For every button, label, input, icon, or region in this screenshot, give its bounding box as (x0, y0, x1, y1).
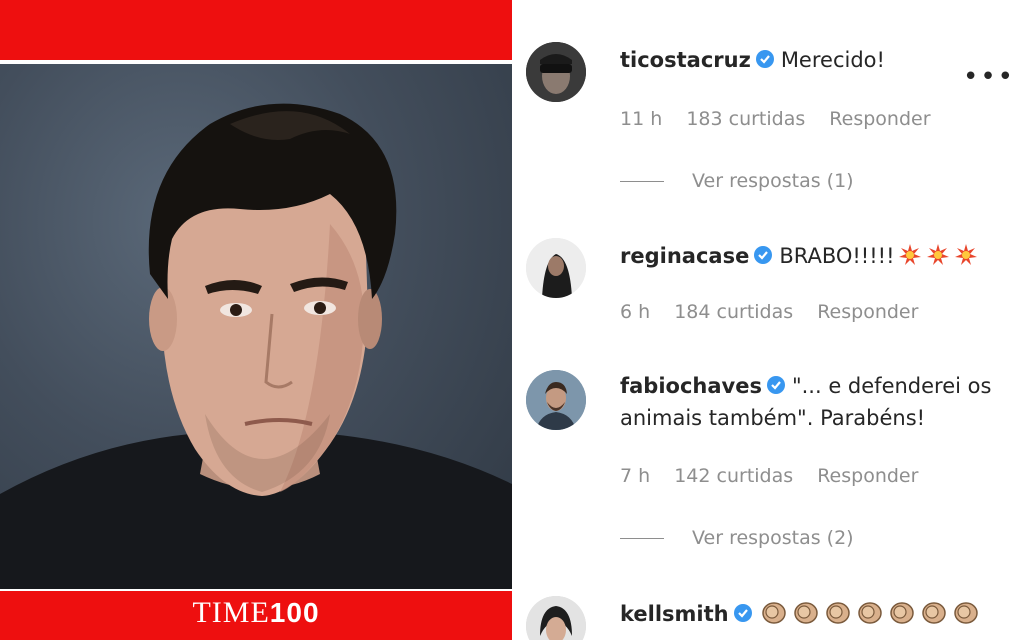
comment-username[interactable]: ticostacruz (620, 48, 751, 72)
comment-likes[interactable]: 142 curtidas (674, 465, 793, 487)
comments-panel: ticostacruz Merecido! ••• 11 h 183 curtid… (518, 0, 1023, 640)
avatar[interactable] (526, 370, 586, 430)
replies-divider-line (620, 181, 664, 182)
logo-word: TIME (192, 596, 270, 629)
comment-time[interactable]: 11 h (620, 108, 662, 130)
replies-divider-line (620, 538, 664, 539)
reply-button[interactable]: Responder (817, 301, 918, 323)
logo-number: 100 (269, 597, 320, 628)
verified-badge-icon (755, 50, 774, 68)
view-replies-label: Ver respostas (1) (692, 170, 854, 192)
avatar[interactable] (526, 596, 586, 640)
comment-username[interactable]: kellsmith (620, 602, 729, 626)
collision-emoji-group (896, 243, 980, 276)
time100-logo: TIME100 (0, 596, 512, 630)
reply-button[interactable]: Responder (817, 465, 918, 487)
verified-badge-icon (754, 246, 773, 264)
post-image[interactable]: TIME100 (0, 0, 512, 640)
verified-badge-icon (733, 604, 752, 622)
red-banner-top (0, 0, 512, 60)
clapping-hands-emoji-icon (761, 602, 978, 624)
avatar-image (526, 238, 586, 298)
clapping-hands-emoji-group (761, 599, 987, 634)
comment-username[interactable]: reginacase (620, 244, 749, 268)
portrait-illustration (0, 103, 512, 589)
avatar-image (526, 596, 586, 640)
comment-text: BRABO!!!!! (779, 244, 895, 268)
view-replies-button[interactable]: Ver respostas (1) (620, 170, 854, 192)
comment-likes[interactable]: 183 curtidas (686, 108, 805, 130)
view-replies-button[interactable]: Ver respostas (2) (620, 527, 854, 549)
comment-likes[interactable]: 184 curtidas (674, 301, 793, 323)
comment-username[interactable]: fabiochaves (620, 374, 762, 398)
comment-time[interactable]: 6 h (620, 301, 650, 323)
portrait-photo (0, 64, 512, 589)
view-replies-label: Ver respostas (2) (692, 527, 854, 549)
comment-text: Merecido! (780, 48, 885, 72)
reply-button[interactable]: Responder (829, 108, 930, 130)
more-options-icon[interactable]: ••• (963, 62, 1015, 92)
verified-badge-icon (766, 376, 785, 394)
avatar-image (526, 370, 586, 430)
collision-emoji-icon (899, 244, 978, 265)
avatar[interactable] (526, 42, 586, 102)
comment-time[interactable]: 7 h (620, 465, 650, 487)
avatar-image (526, 42, 586, 102)
avatar[interactable] (526, 238, 586, 298)
